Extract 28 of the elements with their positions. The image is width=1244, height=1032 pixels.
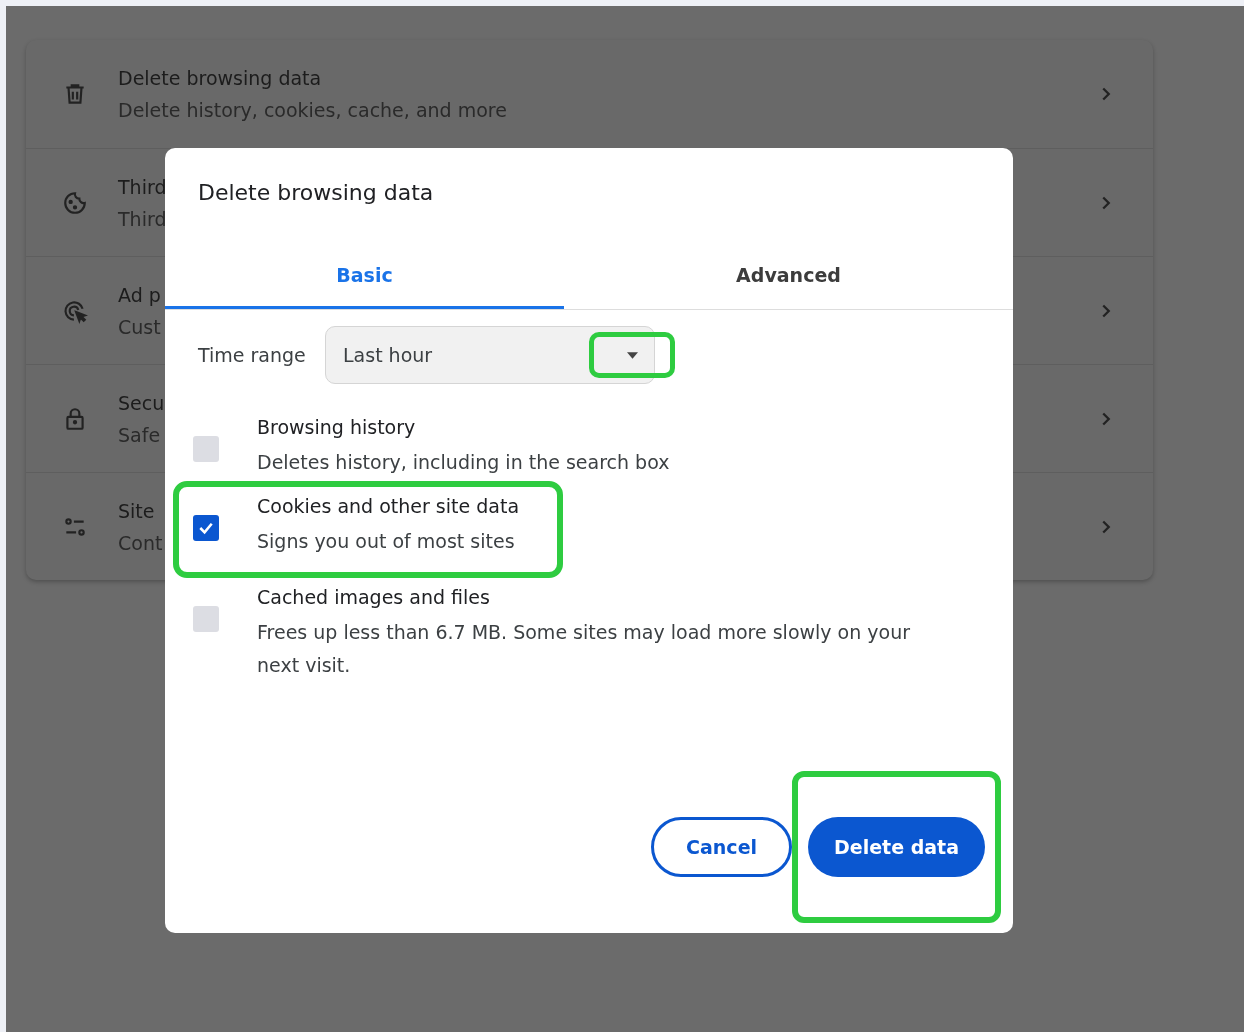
setting-title: Ad p: [118, 283, 161, 306]
option-description: Deletes history, including in the search box: [257, 450, 670, 475]
setting-subtitle: Safe: [118, 423, 161, 446]
tab[interactable]: Basic: [165, 242, 564, 309]
time-range-dropdown[interactable]: Last hour: [325, 326, 655, 384]
setting-subtitle: Delete history, cookies, cache, and more: [118, 99, 507, 121]
option-title: Cached images and files: [257, 586, 491, 608]
checkbox[interactable]: [193, 436, 219, 462]
cancel-button[interactable]: Cancel: [651, 817, 793, 877]
tab[interactable]: Advanced: [564, 242, 1013, 309]
checkbox[interactable]: [193, 515, 219, 541]
setting-title: Third: [118, 175, 167, 198]
option-description: Signs you out of most sites: [257, 529, 516, 554]
setting-subtitle: Third: [118, 207, 167, 230]
time-range-label: Time range: [198, 344, 307, 366]
setting-title: Site: [118, 499, 155, 522]
caret-icon: [626, 351, 638, 359]
cookie-icon: [62, 189, 88, 216]
setting-subtitle: Cust: [118, 315, 161, 338]
setting-title: Delete browsing data: [118, 67, 322, 89]
checkbox[interactable]: [193, 606, 219, 632]
option-description: Frees up less than 6.7 MB. Some sites may load more slowly on your next visit.: [257, 620, 912, 678]
setting-title: Secu: [118, 391, 165, 414]
option-title: Cookies and other site data: [257, 495, 520, 517]
setting-subtitle: Cont: [118, 531, 163, 554]
delete-button[interactable]: Delete data: [808, 817, 985, 877]
dialog-title: Delete browsing data: [197, 179, 435, 207]
option-title: Browsing history: [257, 416, 417, 438]
